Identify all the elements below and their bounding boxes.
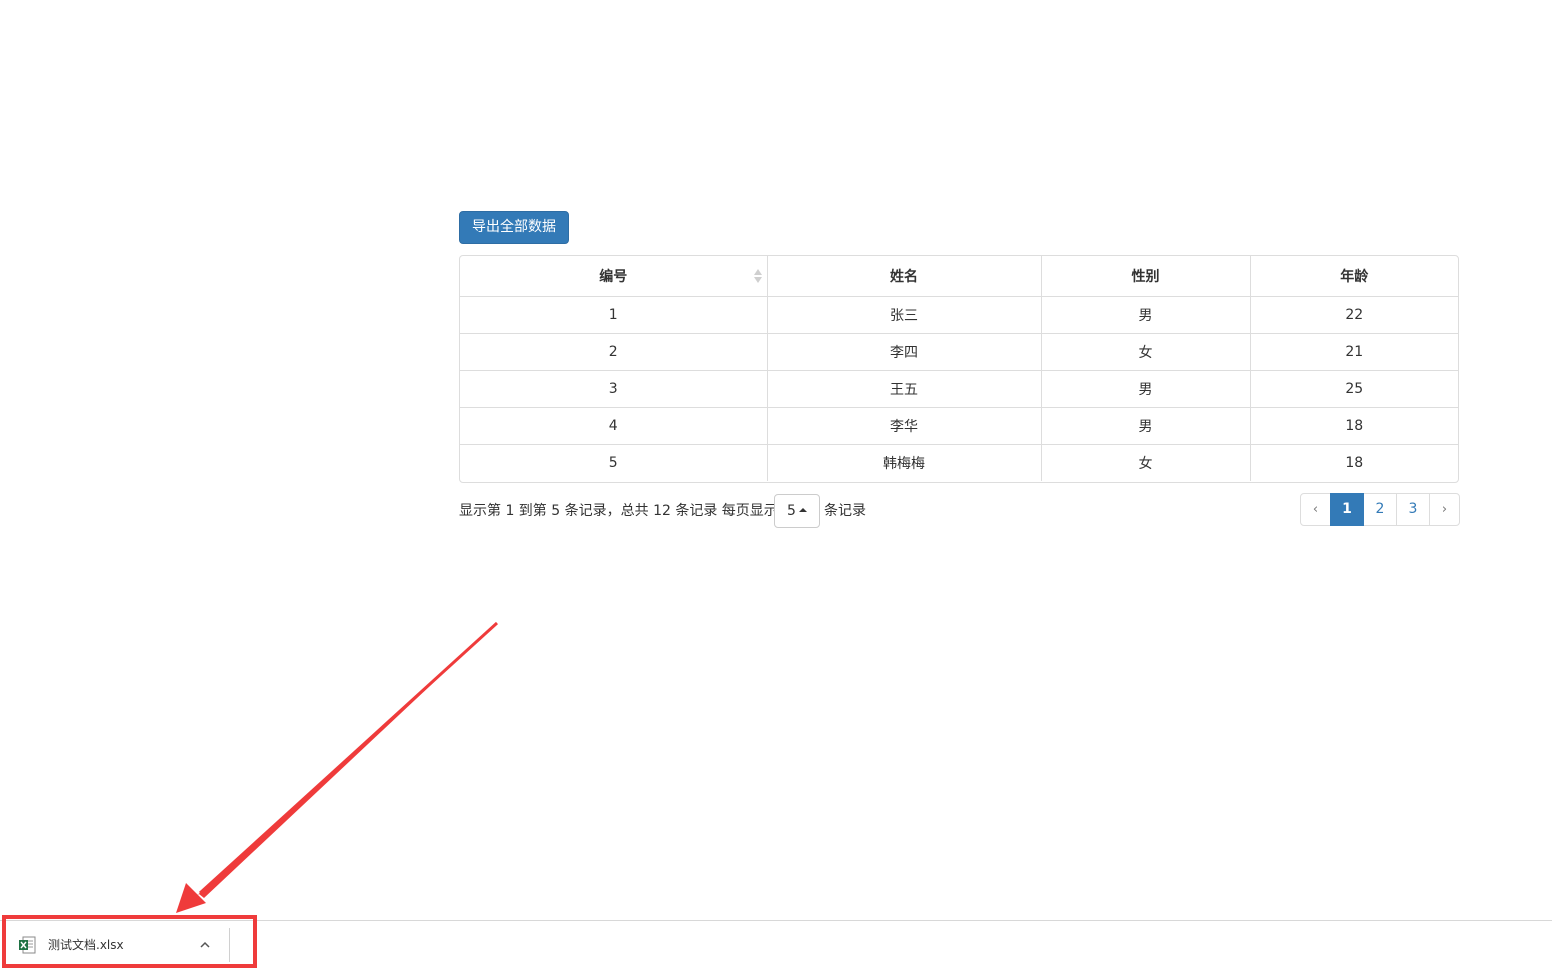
page-button-1[interactable]: 1 [1330, 493, 1364, 526]
cell-age: 21 [1249, 333, 1458, 371]
cell-id: 3 [460, 370, 767, 408]
cell-age: 18 [1249, 407, 1458, 445]
cell-age: 22 [1249, 296, 1458, 334]
sort-icon[interactable] [753, 268, 763, 284]
prev-page-button[interactable]: ‹ [1300, 493, 1331, 526]
cell-name: 李四 [766, 333, 1041, 371]
cell-name: 张三 [766, 296, 1041, 334]
next-page-button[interactable]: › [1429, 493, 1460, 526]
column-header-id[interactable]: 编号 [460, 256, 767, 297]
table-row: 3 王五 男 25 [460, 370, 1458, 408]
pagination: ‹ 1 2 3 › [1300, 493, 1460, 526]
cell-id: 2 [460, 333, 767, 371]
pagination-suffix: 条记录 [824, 503, 866, 519]
cell-age: 25 [1249, 370, 1458, 408]
cell-name: 王五 [766, 370, 1041, 408]
cell-gender: 男 [1040, 296, 1250, 334]
page-button-2[interactable]: 2 [1363, 493, 1397, 526]
cell-name: 韩梅梅 [766, 444, 1041, 481]
download-file-name: 测试文档.xlsx [48, 938, 124, 952]
page-size-dropdown[interactable]: 5 [774, 494, 820, 528]
page: 导出全部数据 编号 姓名 性别 年龄 1 张三 男 22 2 李四 女 21 3… [0, 0, 1552, 968]
table-row: 2 李四 女 21 [460, 333, 1458, 371]
cell-age: 18 [1249, 444, 1458, 481]
chevron-up-icon[interactable] [198, 938, 212, 952]
annotation-arrow [176, 621, 499, 913]
cell-id: 5 [460, 444, 767, 481]
table-row: 4 李华 男 18 [460, 407, 1458, 445]
cell-id: 4 [460, 407, 767, 445]
cell-id: 1 [608, 307, 618, 323]
download-bar: 测试文档.xlsx [0, 920, 1552, 968]
cell-gender: 男 [1040, 407, 1250, 445]
cell-gender: 女 [1040, 444, 1250, 481]
page-button-3[interactable]: 3 [1396, 493, 1430, 526]
cell-name: 李华 [766, 407, 1041, 445]
data-table: 编号 姓名 性别 年龄 1 张三 男 22 2 李四 女 21 3 王五 男 2… [459, 255, 1459, 483]
download-item[interactable]: 测试文档.xlsx [10, 928, 230, 962]
caret-up-icon [798, 508, 807, 512]
column-header-gender: 性别 [1040, 256, 1250, 297]
pagination-info: 显示第 1 到第 5 条记录，总共 12 条记录 每页显示 [459, 503, 778, 519]
page-size-value: 5 [787, 503, 796, 519]
column-header-label: 编号 [599, 269, 628, 285]
column-header-name: 姓名 [766, 256, 1041, 297]
table-row: 5 韩梅梅 女 18 [460, 444, 1458, 481]
table-row: 1 张三 男 22 [460, 296, 1458, 334]
excel-file-icon [19, 936, 36, 954]
cell-gender: 女 [1040, 333, 1250, 371]
export-all-button[interactable]: 导出全部数据 [459, 211, 569, 244]
cell-gender: 男 [1040, 370, 1250, 408]
table-header-row: 编号 姓名 性别 年龄 [460, 256, 1458, 297]
column-header-age: 年龄 [1249, 256, 1458, 297]
